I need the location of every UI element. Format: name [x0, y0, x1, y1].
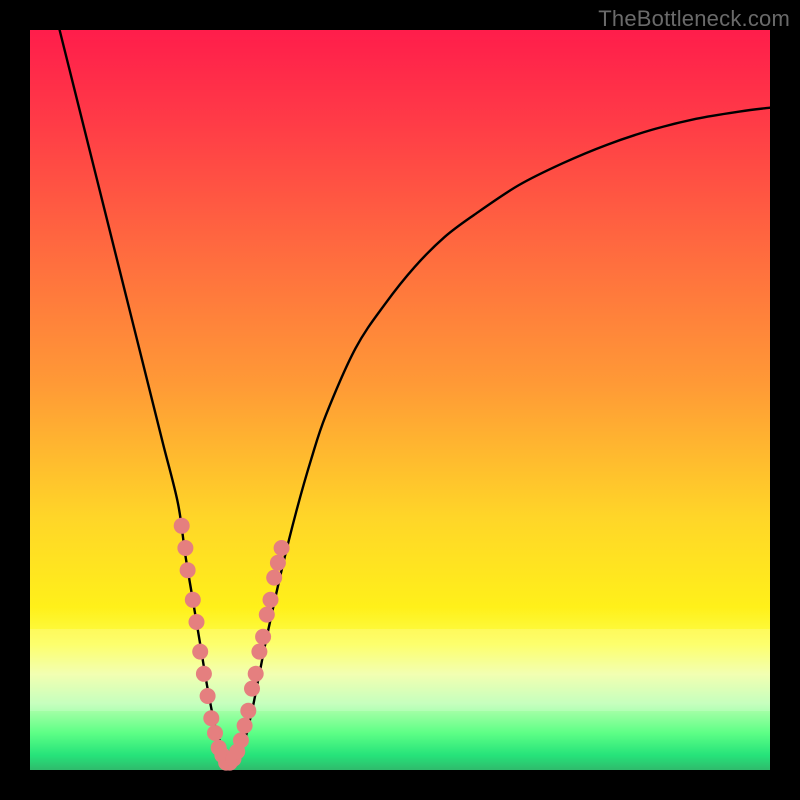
curve-marker [214, 747, 230, 763]
curve-markers [174, 518, 290, 771]
curve-marker [237, 718, 253, 734]
curve-marker [255, 629, 271, 645]
curve-marker [244, 681, 260, 697]
curve-marker [251, 644, 267, 660]
curve-marker [192, 644, 208, 660]
curve-marker [233, 732, 249, 748]
plot-area [30, 30, 770, 770]
curve-marker [266, 570, 282, 586]
curve-marker [185, 592, 201, 608]
curve-marker [218, 755, 234, 771]
curve-marker [196, 666, 212, 682]
curve-marker [259, 607, 275, 623]
curve-marker [200, 688, 216, 704]
curve-layer [30, 30, 770, 770]
watermark-text: TheBottleneck.com [598, 6, 790, 32]
curve-marker [229, 744, 245, 760]
curve-marker [203, 710, 219, 726]
curve-marker [240, 703, 256, 719]
curve-marker [274, 540, 290, 556]
curve-marker [263, 592, 279, 608]
curve-marker [248, 666, 264, 682]
curve-marker [222, 755, 238, 771]
curve-marker [270, 555, 286, 571]
curve-marker [211, 740, 227, 756]
curve-marker [207, 725, 223, 741]
curve-marker [177, 540, 193, 556]
pale-band [30, 629, 770, 710]
curve-marker [189, 614, 205, 630]
chart-frame: TheBottleneck.com [0, 0, 800, 800]
curve-marker [174, 518, 190, 534]
bottleneck-curve [60, 30, 770, 763]
curve-marker [226, 751, 242, 767]
curve-marker [180, 562, 196, 578]
